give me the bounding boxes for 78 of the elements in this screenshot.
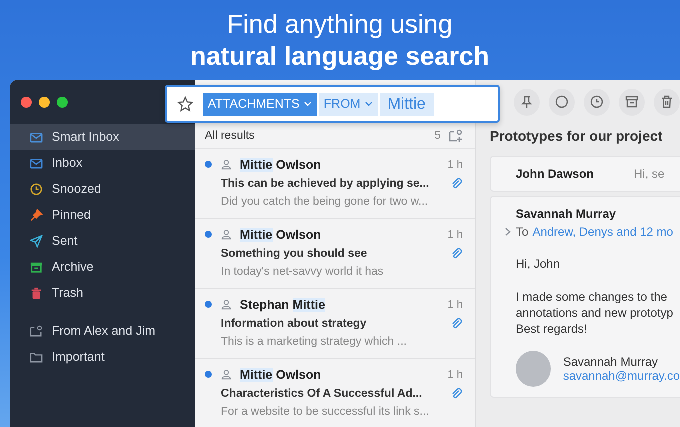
message-row[interactable]: Stephan Mittie 1 h Information about strategy This is a marketing strategy which ... bbox=[195, 289, 475, 359]
folder-plus-icon[interactable] bbox=[449, 129, 463, 143]
message-time: 1 h bbox=[448, 298, 463, 310]
circle-icon bbox=[555, 95, 569, 109]
caret-icon bbox=[364, 101, 373, 107]
to-label: To bbox=[516, 225, 529, 239]
archive-box-icon bbox=[30, 260, 43, 274]
archive-button[interactable] bbox=[619, 88, 645, 116]
headline-text: Find anything using bbox=[226, 8, 454, 40]
close-button[interactable] bbox=[21, 97, 32, 108]
greeting-text: Hi, John bbox=[516, 257, 562, 271]
archive-box-icon bbox=[625, 95, 639, 109]
minimize-button[interactable] bbox=[39, 97, 50, 108]
message-subject: Information about strategy bbox=[221, 318, 368, 330]
sender-name: Mittie Owlson bbox=[240, 368, 322, 382]
sidebar-item[interactable]: Pinned bbox=[10, 202, 195, 228]
sender-name: John Dawson bbox=[516, 167, 594, 181]
message-row[interactable]: Mittie Owlson 1 h This can be achieved by applying se... Did you catch the being gone for two w... bbox=[195, 149, 475, 219]
message-preview: This is a marketing strategy which ... bbox=[221, 335, 408, 350]
filter-token[interactable]: ATTACHMENTS bbox=[203, 92, 317, 116]
trash-button[interactable] bbox=[654, 88, 680, 116]
folder-icon bbox=[30, 350, 43, 364]
mark-button[interactable] bbox=[549, 88, 575, 116]
body-text: annotations and new prototyp bbox=[516, 305, 674, 321]
person-icon bbox=[221, 159, 232, 170]
person-icon bbox=[221, 229, 232, 240]
result-count: 5 bbox=[434, 130, 441, 142]
clock-icon bbox=[590, 95, 604, 109]
body-text: I made some changes to the bbox=[516, 289, 668, 305]
sidebar-item[interactable]: Archive bbox=[10, 254, 195, 280]
sidebar-item[interactable]: From Alex and Jim bbox=[10, 318, 195, 344]
clock-icon bbox=[30, 182, 43, 196]
caret-icon bbox=[304, 101, 312, 107]
snooze-button[interactable] bbox=[584, 88, 610, 116]
message-row[interactable]: Mittie Owlson 1 h Characteristics Of A Successful Ad... For a website to be successful its link s... bbox=[195, 359, 475, 427]
person-icon bbox=[221, 299, 232, 310]
message-preview: In today's net-savvy world it has bbox=[221, 265, 385, 280]
results-heading: All results bbox=[205, 130, 256, 142]
sidebar-item[interactable]: Sent bbox=[10, 228, 195, 254]
star-icon[interactable] bbox=[177, 96, 194, 112]
message-snippet: Hi, se bbox=[634, 167, 665, 181]
sidebar-item[interactable]: Inbox bbox=[10, 150, 195, 176]
folder-person-icon bbox=[30, 324, 43, 338]
sender-name: Savannah Murray bbox=[516, 207, 618, 221]
message-subject: Something you should see bbox=[221, 248, 368, 260]
message-subject: This can be achieved by applying se... bbox=[221, 178, 430, 190]
sidebar-item[interactable]: Trash bbox=[10, 280, 195, 306]
message-preview: Did you catch the being gone for two w... bbox=[221, 195, 430, 210]
message-row[interactable]: Mittie Owlson 1 h Something you should see In today's net-savvy world it has bbox=[195, 219, 475, 289]
collapsed-message[interactable]: John Dawson Hi, se bbox=[490, 156, 680, 192]
search-field[interactable]: ATTACHMENTS FROM Mittie bbox=[165, 85, 500, 123]
trash-icon bbox=[30, 286, 43, 300]
signature-name: Savannah Murray bbox=[563, 355, 660, 369]
pin-button[interactable] bbox=[514, 88, 540, 116]
person-icon bbox=[221, 369, 232, 380]
zoom-button[interactable] bbox=[57, 97, 68, 108]
chevron-icon[interactable] bbox=[504, 227, 512, 237]
message-time: 1 h bbox=[448, 368, 463, 380]
paper-plane-icon bbox=[30, 234, 43, 248]
pin-icon bbox=[520, 95, 534, 109]
message-subject: Characteristics Of A Successful Ad... bbox=[221, 388, 424, 400]
message-preview: For a website to be successful its link s... bbox=[221, 405, 430, 420]
closing-text: Best regards! bbox=[516, 321, 588, 337]
sidebar-item[interactable]: Smart Inbox bbox=[10, 124, 195, 150]
sender-name: Stephan Mittie bbox=[240, 298, 326, 312]
sender-name: Mittie Owlson bbox=[240, 228, 322, 242]
sidebar-item[interactable]: Important bbox=[10, 344, 195, 370]
message-time: 1 h bbox=[448, 228, 463, 240]
sidebar-item[interactable]: Snoozed bbox=[10, 176, 195, 202]
sender-name: Mittie Owlson bbox=[240, 158, 322, 172]
search-query: Mittie bbox=[380, 92, 434, 116]
pin-icon bbox=[30, 208, 43, 222]
thread-subject: Prototypes for our project bbox=[490, 127, 664, 146]
message-time: 1 h bbox=[448, 158, 463, 170]
trash-icon bbox=[660, 95, 674, 109]
avatar-circle bbox=[516, 351, 552, 387]
headline-text: natural language search bbox=[189, 40, 491, 72]
envelope-icon bbox=[30, 156, 43, 170]
